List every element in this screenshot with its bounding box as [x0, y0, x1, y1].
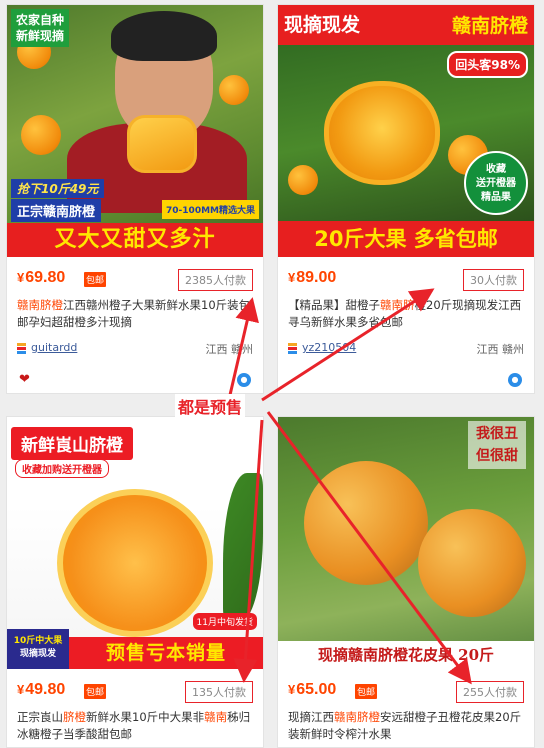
- annotation-arrows: [228, 288, 472, 685]
- arrow-to-card-1: [261, 288, 435, 402]
- arrow-to-card-0: [228, 297, 259, 396]
- arrow-to-card-2: [233, 419, 264, 683]
- arrow-to-card-3: [266, 411, 472, 685]
- presale-annotation: 都是预售: [175, 394, 246, 418]
